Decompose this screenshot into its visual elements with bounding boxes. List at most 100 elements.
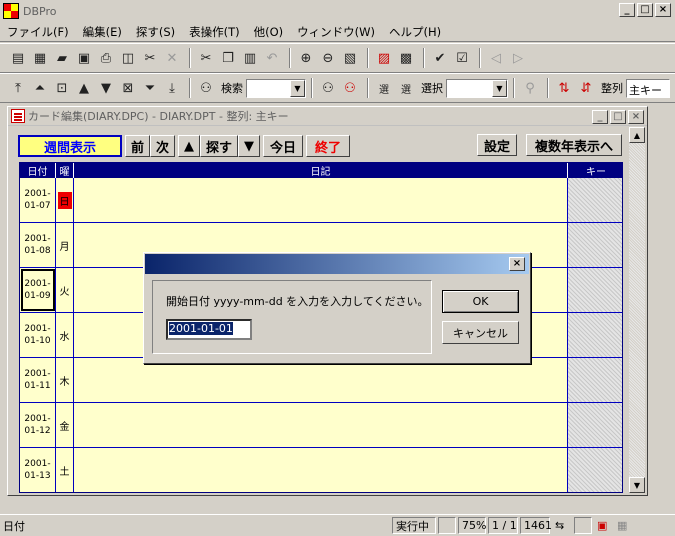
settings-button[interactable]: 設定 <box>477 134 517 156</box>
form-icon[interactable]: ▩ <box>396 48 416 68</box>
search-button[interactable]: 探す <box>200 135 239 157</box>
save-icon[interactable]: ▣ <box>74 48 94 68</box>
next-record-icon[interactable]: ▼ <box>96 78 116 98</box>
find-next-icon[interactable]: ⚇ <box>318 78 338 98</box>
sort-ascending-icon[interactable]: ⇅ <box>554 78 574 98</box>
table-row[interactable]: 2001- 01-12 金 <box>20 403 622 448</box>
back-icon[interactable]: ◁ <box>486 48 506 68</box>
new-table-icon[interactable]: ▦ <box>30 48 50 68</box>
select-combo[interactable]: ▼ <box>446 78 508 98</box>
next-page-icon[interactable]: ⏷ <box>140 78 160 98</box>
diary-cell[interactable] <box>74 178 568 222</box>
paste-icon[interactable]: ▥ <box>240 48 260 68</box>
scroll-down-arrow-icon[interactable]: ▼ <box>629 477 645 493</box>
prev-button[interactable]: 前 <box>125 135 151 157</box>
chevron-down-icon[interactable]: ▼ <box>492 79 507 97</box>
toolbar-separator <box>367 78 369 98</box>
checkbox-icon[interactable]: ☑ <box>452 48 472 68</box>
grid-header: 日付 曜 日記 キー <box>20 163 622 178</box>
navigation-toolbar: ⤒ ⏶ ⊡ ▲ ▼ ⊠ ⏷ ⤓ ⚇ 検索 ▼ ⚇ ⚇ 選 選 選択 ▼ ⚲ ⇅ … <box>0 73 675 103</box>
undo-icon[interactable]: ↶ <box>262 48 282 68</box>
dow-cell: 金 <box>56 403 74 447</box>
date-cell[interactable]: 2001- 01-12 <box>20 403 56 447</box>
select-all-icon[interactable]: 選 <box>396 78 416 98</box>
end-button[interactable]: 終了 <box>306 135 351 157</box>
toolbar-separator <box>513 78 515 98</box>
child-maximize-button[interactable]: □ <box>610 110 626 124</box>
status-page: 1 / 1 <box>488 517 518 534</box>
next-button[interactable]: 次 <box>150 135 176 157</box>
minimize-button[interactable]: _ <box>619 3 635 17</box>
check-icon[interactable]: ✔ <box>430 48 450 68</box>
record-icon[interactable]: ⊡ <box>52 78 72 98</box>
child-minimize-button[interactable]: _ <box>592 110 608 124</box>
binoculars-icon[interactable]: ⚇ <box>196 78 216 98</box>
sort-combo[interactable]: 主キー <box>626 78 670 98</box>
search-combo[interactable]: ▼ <box>246 78 306 98</box>
menu-table[interactable]: 表操作(T) <box>182 24 247 40</box>
new-icon[interactable]: ▤ <box>8 48 28 68</box>
tools-icon[interactable]: ✂ <box>140 48 160 68</box>
start-date-input[interactable]: 2001-01-01 <box>166 319 252 340</box>
find-prev-icon[interactable]: ⚇ <box>340 78 360 98</box>
filter-icon[interactable]: ⚲ <box>520 78 540 98</box>
diary-cell[interactable] <box>74 448 568 492</box>
insert-record-icon[interactable]: ⊠ <box>118 78 138 98</box>
link-icon[interactable]: ⇆ <box>552 517 572 534</box>
maximize-button[interactable]: □ <box>637 3 653 17</box>
date-cell[interactable]: 2001- 01-10 <box>20 313 56 357</box>
ok-button[interactable]: OK <box>442 290 519 313</box>
app-title-bar: DBPro _ □ × <box>0 0 675 22</box>
copy-icon[interactable]: ❐ <box>218 48 238 68</box>
menu-search[interactable]: 探す(S) <box>129 24 182 40</box>
prev-page-icon[interactable]: ⏶ <box>30 78 50 98</box>
page-icon[interactable]: ▧ <box>340 48 360 68</box>
select-label: 選択 <box>421 82 443 95</box>
vertical-scrollbar[interactable]: ▲ ▼ <box>629 127 645 493</box>
date-cell[interactable]: 2001- 01-11 <box>20 358 56 402</box>
date-cell[interactable]: 2001- 01-08 <box>20 223 56 267</box>
menu-other[interactable]: 他(O) <box>247 24 291 40</box>
date-cell[interactable]: 2001- 01-07 <box>20 178 56 222</box>
document-icon <box>11 109 25 123</box>
card-icon[interactable]: ▨ <box>374 48 394 68</box>
down-arrow-button[interactable]: ▼ <box>238 135 261 157</box>
select-icon[interactable]: 選 <box>374 78 394 98</box>
child-close-button[interactable]: × <box>628 110 644 124</box>
prev-record-icon[interactable]: ▲ <box>74 78 94 98</box>
status-mode: 実行中 <box>392 517 436 534</box>
today-button[interactable]: 今日 <box>263 135 304 157</box>
table-row[interactable]: 2001- 01-11 木 <box>20 358 622 403</box>
date-cell[interactable]: 2001- 01-13 <box>20 448 56 492</box>
print-icon[interactable]: ⎙ <box>96 48 116 68</box>
table-row[interactable]: 2001- 01-13 土 <box>20 448 622 492</box>
dialog-close-button[interactable]: × <box>509 257 525 271</box>
multi-year-button[interactable]: 複数年表示へ <box>526 134 622 156</box>
close-button[interactable]: × <box>655 3 671 17</box>
zoom-in-icon[interactable]: ⊕ <box>296 48 316 68</box>
tools-disabled-icon[interactable]: ✕ <box>162 48 182 68</box>
menu-window[interactable]: ウィンドウ(W) <box>290 24 382 40</box>
sort-descending-icon[interactable]: ⇵ <box>576 78 596 98</box>
first-record-icon[interactable]: ⤒ <box>8 78 28 98</box>
week-view-button[interactable]: 週間表示 <box>18 135 122 157</box>
toolbar-separator <box>423 48 425 68</box>
print-preview-icon[interactable]: ◫ <box>118 48 138 68</box>
chevron-down-icon[interactable]: ▼ <box>290 79 305 97</box>
menu-file[interactable]: ファイル(F) <box>0 24 76 40</box>
diary-cell[interactable] <box>74 403 568 447</box>
open-folder-icon[interactable]: ▰ <box>52 48 72 68</box>
menu-edit[interactable]: 編集(E) <box>76 24 129 40</box>
menu-help[interactable]: ヘルプ(H) <box>382 24 448 40</box>
last-record-icon[interactable]: ⤓ <box>162 78 182 98</box>
date-cell[interactable]: 2001- 01-09 <box>20 268 56 312</box>
table-row[interactable]: 2001- 01-07 日 <box>20 178 622 223</box>
scroll-up-arrow-icon[interactable]: ▲ <box>629 127 645 143</box>
forward-icon[interactable]: ▷ <box>508 48 528 68</box>
diary-cell[interactable] <box>74 358 568 402</box>
cancel-button[interactable]: キャンセル <box>442 321 519 344</box>
record-indicator-icon: ▣ <box>597 519 608 532</box>
up-arrow-button[interactable]: ▲ <box>178 135 201 157</box>
zoom-out-icon[interactable]: ⊖ <box>318 48 338 68</box>
cut-icon[interactable]: ✂ <box>196 48 216 68</box>
